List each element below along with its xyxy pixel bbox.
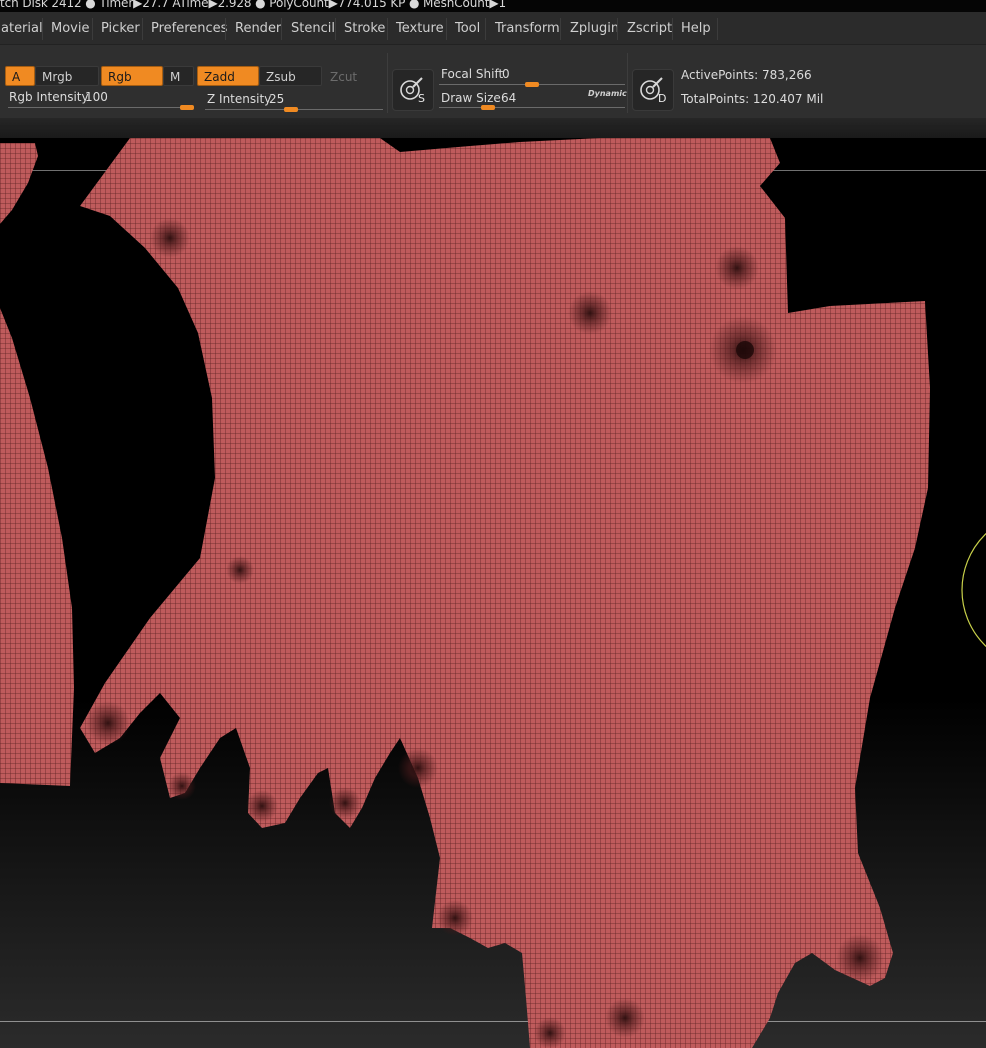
z-intensity-knob[interactable] [284,107,298,112]
focal-shift-label: Focal Shift [441,67,504,81]
toolbar-separator [387,53,388,113]
brush-s-icon[interactable]: S [392,69,434,111]
menu-transform[interactable]: Transform [488,18,567,40]
focal-shift-knob[interactable] [525,82,539,87]
toolbar-separator [627,53,628,113]
menu-separator [717,18,718,40]
menu-tool[interactable]: Tool [448,18,487,40]
menu-preferences[interactable]: Preferences [144,18,234,40]
menu-separator [387,18,388,40]
menu-separator [672,18,673,40]
total-points-readout: TotalPoints: 120.407 Mil [681,92,824,106]
menu-texture[interactable]: Texture [389,18,451,40]
status-text: tch Disk 2412 ● Timer▶27.7 ATime▶2.928 ●… [0,0,507,10]
shelf-strip [0,118,986,138]
menu-stroke[interactable]: Stroke [337,18,392,40]
menu-render[interactable]: Render [228,18,288,40]
brush-d-letter: D [658,92,666,105]
menu-separator [281,18,282,40]
menu-bar: aterial Movie Picker Preferences Render … [0,12,986,45]
focal-shift-value: 0 [502,67,510,81]
canvas-viewport[interactable] [0,138,986,1048]
status-bar: tch Disk 2412 ● Timer▶27.7 ATime▶2.928 ●… [0,0,986,12]
menu-separator [560,18,561,40]
brush-d-icon[interactable]: D [632,69,674,111]
brush-s-letter: S [418,92,425,105]
m-button[interactable]: M [163,66,194,86]
menu-separator [446,18,447,40]
menu-stencil[interactable]: Stencil [284,18,342,40]
uv-mesh-canvas [0,138,986,1048]
z-intensity-value: 25 [269,92,285,106]
draw-size-knob[interactable] [481,105,495,110]
dynamic-toggle[interactable]: Dynamic [588,89,627,98]
a-toggle-button[interactable]: A [5,66,35,86]
rgb-intensity-knob[interactable] [180,105,194,110]
top-toolbar: A Mrgb Rgb M Zadd Zsub Zcut Rgb Intensit… [0,45,986,118]
draw-size-value: 64 [501,91,517,105]
zcut-button[interactable]: Zcut [323,66,385,86]
menu-separator [42,18,43,40]
menu-separator [335,18,336,40]
menu-separator [92,18,93,40]
uv-island-main [80,138,930,1048]
menu-movie[interactable]: Movie [44,18,96,40]
uv-island-left-lower [0,308,74,786]
brush-cursor-ring [961,532,986,648]
zsub-button[interactable]: Zsub [259,66,322,86]
rgb-intensity-value: 100 [85,90,108,104]
z-intensity-label: Z Intensity [207,92,272,106]
draw-size-track [439,107,625,108]
menu-separator [485,18,486,40]
uv-island-left [0,143,38,224]
menu-separator [617,18,618,40]
mrgb-button[interactable]: Mrgb [35,66,99,86]
menu-picker[interactable]: Picker [94,18,147,40]
rgb-intensity-track [8,107,194,108]
menu-separator [142,18,143,40]
draw-size-label: Draw Size [441,91,501,105]
rgb-intensity-label: Rgb Intensity [9,90,89,104]
menu-zscript[interactable]: Zscript [620,18,679,40]
rgb-button[interactable]: Rgb [101,66,163,86]
menu-help[interactable]: Help [674,18,718,40]
active-points-readout: ActivePoints: 783,266 [681,68,812,82]
menu-separator [225,18,226,40]
zadd-button[interactable]: Zadd [197,66,259,86]
shelf-strip-bar [0,125,986,129]
